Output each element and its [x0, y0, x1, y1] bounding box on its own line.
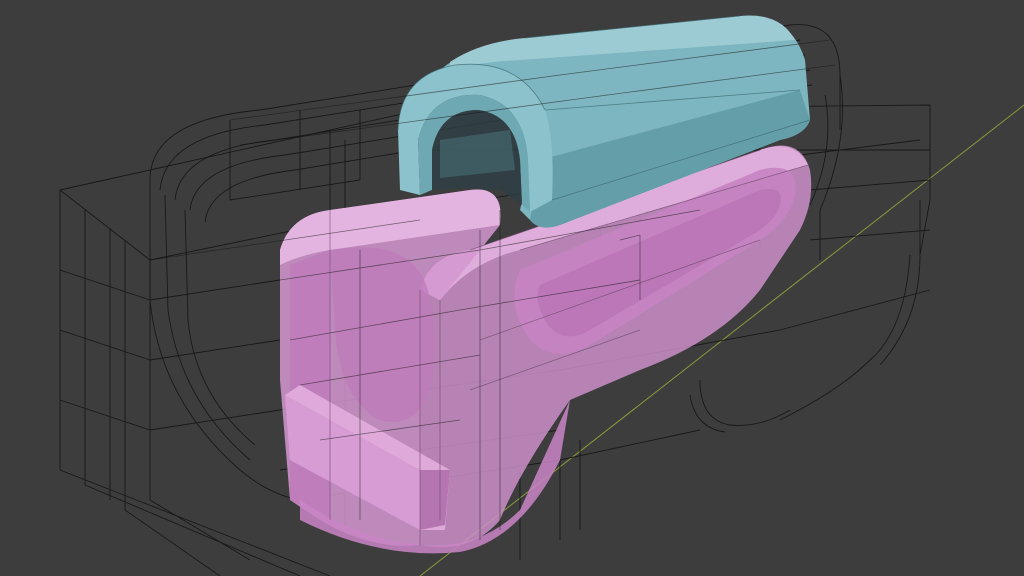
- viewport-scene[interactable]: [0, 0, 1024, 576]
- clip-body-left-front: [290, 250, 330, 520]
- 3d-viewport[interactable]: [0, 0, 1024, 576]
